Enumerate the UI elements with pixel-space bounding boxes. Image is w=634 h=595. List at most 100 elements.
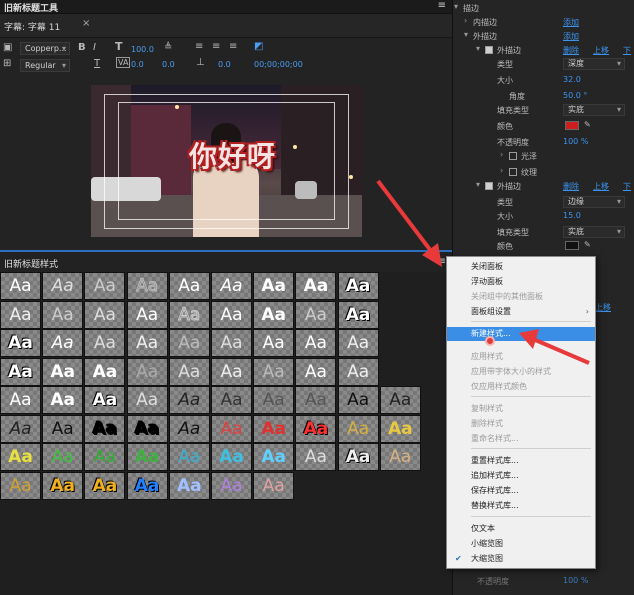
expand-toggle-icon[interactable]: ▾: [464, 30, 468, 39]
style-swatch[interactable]: Aa: [0, 414, 41, 443]
align-left-icon[interactable]: ≡: [195, 41, 203, 52]
leading-value[interactable]: 0.0: [162, 60, 175, 69]
property-value[interactable]: 50.0 °: [563, 91, 587, 100]
property-value[interactable]: 15.0: [563, 211, 581, 220]
eyedropper-icon[interactable]: ✎: [584, 120, 591, 129]
style-swatch[interactable]: Aa: [253, 357, 295, 386]
menu-item[interactable]: 关闭面板: [447, 260, 595, 274]
style-swatch[interactable]: Aa: [84, 386, 126, 414]
style-swatch[interactable]: Aa: [168, 329, 210, 357]
style-swatch[interactable]: Aa: [295, 300, 337, 329]
style-swatch[interactable]: Aa: [84, 300, 126, 329]
style-swatch[interactable]: Aa: [168, 443, 210, 471]
style-swatch[interactable]: Aa: [337, 443, 379, 471]
expand-toggle-icon[interactable]: ▾: [454, 2, 458, 11]
align-right-icon[interactable]: ≡: [229, 41, 237, 52]
menu-item[interactable]: 小缩览图: [447, 537, 595, 551]
style-swatch[interactable]: Aa: [0, 443, 41, 471]
style-swatch[interactable]: Aa: [253, 471, 295, 500]
style-swatch[interactable]: Aa: [379, 443, 421, 471]
stroke-action-link[interactable]: 删除: [563, 181, 579, 192]
style-swatch[interactable]: Aa: [253, 272, 295, 300]
menu-item[interactable]: 重置样式库...: [447, 454, 595, 468]
show-video-icon[interactable]: ◩: [254, 41, 263, 52]
text-tool-icon[interactable]: ▣: [3, 42, 12, 53]
bold-icon[interactable]: B: [78, 42, 86, 53]
style-swatch[interactable]: Aa: [211, 329, 252, 357]
style-swatch[interactable]: Aa: [295, 414, 337, 443]
underline-icon[interactable]: T: [94, 58, 100, 69]
property-select[interactable]: 实底 ▾: [563, 104, 625, 116]
tab-stops-icon[interactable]: ⊥: [196, 57, 205, 68]
menu-item[interactable]: 面板组设置 ›: [447, 305, 595, 319]
style-swatch[interactable]: Aa: [126, 329, 168, 357]
style-swatch[interactable]: Aa: [379, 414, 421, 443]
style-swatch[interactable]: Aa: [42, 272, 84, 300]
expand-toggle-icon[interactable]: ›: [464, 16, 467, 25]
style-swatch[interactable]: Aa: [337, 414, 379, 443]
font-size-value[interactable]: 100.0: [131, 45, 154, 54]
align-center-icon[interactable]: ≡: [212, 41, 220, 52]
style-swatch[interactable]: Aa: [126, 357, 168, 386]
property-value[interactable]: 32.0: [563, 75, 581, 84]
style-swatch[interactable]: Aa: [253, 329, 295, 357]
property-value[interactable]: 100 %: [563, 576, 588, 585]
style-swatch[interactable]: Aa: [211, 471, 252, 500]
stroke-action-link[interactable]: 删除: [563, 45, 579, 56]
style-swatch[interactable]: Aa: [337, 300, 379, 329]
style-swatch[interactable]: Aa: [126, 300, 168, 329]
style-swatch[interactable]: Aa: [337, 272, 379, 300]
style-swatch[interactable]: Aa: [168, 300, 210, 329]
style-swatch[interactable]: Aa: [168, 414, 210, 443]
style-swatch[interactable]: Aa: [253, 414, 295, 443]
style-swatch[interactable]: Aa: [253, 300, 295, 329]
tab-stops-value[interactable]: 0.0: [218, 60, 231, 69]
property-checkbox[interactable]: [485, 182, 493, 190]
property-checkbox[interactable]: [509, 152, 517, 160]
add-stroke-link[interactable]: 添加: [563, 31, 579, 42]
style-swatch[interactable]: Aa: [211, 386, 252, 414]
property-checkbox[interactable]: [485, 46, 493, 54]
style-swatch[interactable]: Aa: [84, 443, 126, 471]
style-swatch[interactable]: Aa: [126, 272, 168, 300]
style-swatch[interactable]: Aa: [126, 386, 168, 414]
menu-item[interactable]: 追加样式库...: [447, 469, 595, 483]
title-preview-canvas[interactable]: 你好呀: [91, 85, 362, 237]
style-swatch[interactable]: Aa: [126, 443, 168, 471]
style-swatch[interactable]: Aa: [168, 471, 210, 500]
property-select[interactable]: 边缘 ▾: [563, 196, 625, 208]
menu-item[interactable]: 保存样式库...: [447, 484, 595, 498]
eyedropper-icon[interactable]: ✎: [584, 240, 591, 249]
expand-toggle-icon[interactable]: ›: [500, 150, 503, 159]
style-swatch[interactable]: Aa: [0, 386, 41, 414]
style-swatch[interactable]: Aa: [42, 443, 84, 471]
style-swatch[interactable]: Aa: [295, 357, 337, 386]
color-swatch[interactable]: [565, 121, 579, 130]
style-swatch[interactable]: Aa: [337, 386, 379, 414]
style-swatch[interactable]: Aa: [84, 414, 126, 443]
stroke-action-link[interactable]: 下: [623, 181, 631, 192]
vertical-text-icon[interactable]: ⊞: [3, 58, 11, 69]
style-swatch[interactable]: Aa: [42, 414, 84, 443]
expand-toggle-icon[interactable]: ▾: [476, 180, 480, 189]
style-swatch[interactable]: Aa: [84, 272, 126, 300]
style-swatch[interactable]: Aa: [253, 386, 295, 414]
style-swatch[interactable]: Aa: [0, 471, 41, 500]
stroke-action-link[interactable]: 上移: [593, 181, 609, 192]
style-swatch[interactable]: Aa: [0, 357, 41, 386]
style-swatch[interactable]: Aa: [211, 414, 252, 443]
style-swatch[interactable]: Aa: [42, 357, 84, 386]
menu-item[interactable]: 大缩览图 ✔: [447, 552, 595, 566]
preview-title-text[interactable]: 你好呀: [189, 135, 276, 175]
style-swatch[interactable]: Aa: [211, 272, 252, 300]
style-swatch[interactable]: Aa: [0, 329, 41, 357]
style-swatch[interactable]: Aa: [0, 272, 41, 300]
style-swatch[interactable]: Aa: [211, 443, 252, 471]
stroke-action-link[interactable]: 上移: [593, 45, 609, 56]
panel-menu-icon[interactable]: ≡: [438, 0, 446, 11]
italic-icon[interactable]: I: [93, 42, 96, 53]
style-swatch[interactable]: Aa: [168, 386, 210, 414]
style-swatch[interactable]: Aa: [211, 300, 252, 329]
style-swatch[interactable]: Aa: [295, 386, 337, 414]
style-swatch[interactable]: Aa: [84, 471, 126, 500]
